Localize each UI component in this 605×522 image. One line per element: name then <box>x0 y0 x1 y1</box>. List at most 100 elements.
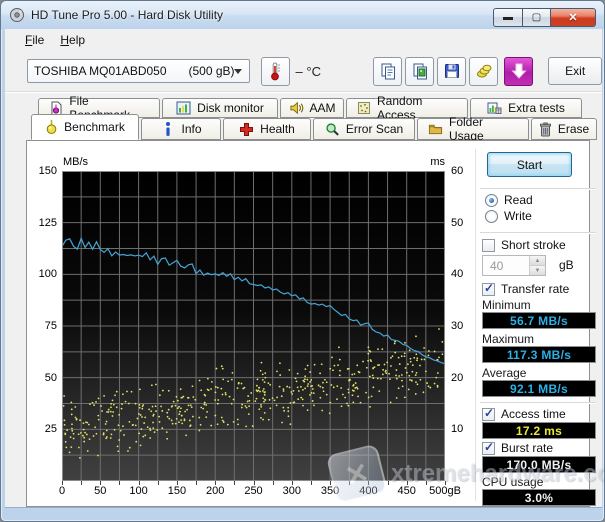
error-scan-icon <box>325 122 340 137</box>
stepper-arrows[interactable]: ▲ ▼ <box>529 256 545 275</box>
tab-benchmark[interactable]: Benchmark <box>31 114 139 140</box>
download-button[interactable] <box>504 56 534 86</box>
title-bar: HD Tune Pro 5.00 - Hard Disk Utility ▬ ▢… <box>1 1 604 29</box>
checkbox-icon <box>482 238 495 252</box>
short-stroke-checkbox[interactable]: Short stroke <box>482 238 566 252</box>
y-right-tick-label: 60 <box>451 165 464 177</box>
x-axis-tick <box>310 481 312 485</box>
maximum-value: 117.3 MB/s <box>482 346 596 363</box>
panel-divider <box>475 149 476 501</box>
x-tick-label: 300 <box>282 485 301 497</box>
menu-file[interactable]: File <box>17 30 52 50</box>
aam-icon <box>289 101 304 116</box>
close-button[interactable]: ✕ <box>551 8 596 27</box>
tab-label: Erase <box>557 122 590 136</box>
x-axis-tick <box>253 481 255 485</box>
save-button[interactable] <box>437 56 467 86</box>
drive-selector[interactable]: TOSHIBA MQ01ABD050 (500 gB) <box>27 59 250 83</box>
client-area: File Help TOSHIBA MQ01ABD050 (500 gB) – °… <box>5 29 602 508</box>
thermometer-icon <box>271 62 281 81</box>
transfer-rate-label: Transfer rate <box>501 282 570 296</box>
x-axis-tick <box>138 481 140 485</box>
x-tick-label: 350 <box>320 485 340 497</box>
exit-button[interactable]: Exit <box>548 57 602 85</box>
checkbox-icon <box>482 281 495 296</box>
x-axis-tick <box>349 481 351 485</box>
download-icon <box>509 61 529 81</box>
tab-health[interactable]: Health <box>223 118 311 140</box>
tab-erase[interactable]: Erase <box>531 118 597 140</box>
y-right-tick-label: 40 <box>451 268 464 281</box>
folder-usage-icon <box>428 122 443 137</box>
x-tick-label: 200 <box>206 485 225 497</box>
app-window: HD Tune Pro 5.00 - Hard Disk Utility ▬ ▢… <box>0 0 605 522</box>
access-time-checkbox[interactable]: Access time <box>482 406 566 421</box>
copy-text-button[interactable] <box>373 56 403 86</box>
window-title: HD Tune Pro 5.00 - Hard Disk Utility <box>31 8 224 22</box>
app-icon <box>10 8 24 22</box>
y-left-tick-label: 50 <box>44 371 57 384</box>
health-icon <box>239 122 254 137</box>
benchmark-chart <box>62 171 445 481</box>
read-label: Read <box>504 193 533 207</box>
x-axis-tick <box>368 481 370 485</box>
x-tick-label: 50 <box>94 485 107 497</box>
cpu-usage-label: CPU usage <box>482 475 544 489</box>
transfer-rate-checkbox[interactable]: Transfer rate <box>482 281 570 296</box>
tab-label: Disk monitor <box>197 101 264 115</box>
start-button[interactable]: Start <box>487 152 572 177</box>
maximize-button[interactable]: ▢ <box>522 8 551 27</box>
temperature-button[interactable] <box>260 56 290 86</box>
tab-label: Info <box>181 122 202 136</box>
stepper-down-icon: ▼ <box>530 265 545 275</box>
erase-icon <box>539 122 552 137</box>
menu-help[interactable]: Help <box>52 30 93 50</box>
x-axis-tick <box>406 481 408 485</box>
radio-icon <box>485 209 498 223</box>
minimize-button[interactable]: ▬ <box>493 8 522 27</box>
minimum-value: 56.7 MB/s <box>482 312 596 329</box>
read-radio[interactable]: Read <box>485 193 533 207</box>
y-left-tick-label: 100 <box>38 268 57 281</box>
x-tick-label: 400 <box>359 485 378 497</box>
x-axis-tick <box>215 481 217 485</box>
x-tick-label: 500gB <box>429 485 461 497</box>
tab-aam[interactable]: AAM <box>280 98 344 118</box>
write-label: Write <box>504 209 532 223</box>
benchmark-page: MB/s ms 25 50 75 100 125 150 10 20 30 40 50 60 0 50 10… <box>26 140 596 507</box>
tab-label: Benchmark <box>64 120 125 134</box>
tab-disk-monitor[interactable]: Disk monitor <box>162 98 278 118</box>
burst-rate-label: Burst rate <box>501 441 554 455</box>
tab-info[interactable]: Info <box>141 118 221 140</box>
x-tick-label: 450 <box>397 485 416 497</box>
options-icon <box>475 62 493 80</box>
x-axis-tick <box>425 481 427 485</box>
tab-folder-usage[interactable]: Folder Usage <box>417 115 529 143</box>
separator <box>480 402 596 403</box>
chevron-down-icon <box>233 69 242 74</box>
write-radio[interactable]: Write <box>485 209 532 223</box>
tab-error-scan[interactable]: Error Scan <box>313 118 415 140</box>
y-right-tick-label: 30 <box>451 320 464 332</box>
burst-rate-checkbox[interactable]: Burst rate <box>482 440 554 455</box>
save-icon <box>443 62 461 80</box>
options-button[interactable] <box>469 56 499 86</box>
drive-capacity: (500 gB) <box>188 64 235 78</box>
disk-monitor-icon <box>176 101 191 116</box>
access-time-label: Access time <box>501 407 566 421</box>
tab-label: Extra tests <box>508 101 565 115</box>
x-tick-label: 250 <box>244 485 263 497</box>
x-axis-tick <box>234 481 236 485</box>
x-axis-tick <box>330 481 332 485</box>
copy-image-button[interactable] <box>405 56 435 86</box>
stepper-up-icon: ▲ <box>530 256 545 265</box>
y-right-tick-label: 50 <box>451 216 464 229</box>
y-right-tick-label: 20 <box>451 371 464 384</box>
checkbox-icon <box>482 440 495 455</box>
frame-line <box>5 507 602 508</box>
x-axis-tick <box>157 481 159 485</box>
x-axis-tick <box>291 481 293 485</box>
copy-image-icon <box>411 62 429 80</box>
short-stroke-size-stepper[interactable]: 40 ▲ ▼ <box>482 255 546 276</box>
tab-label: AAM <box>309 101 336 115</box>
